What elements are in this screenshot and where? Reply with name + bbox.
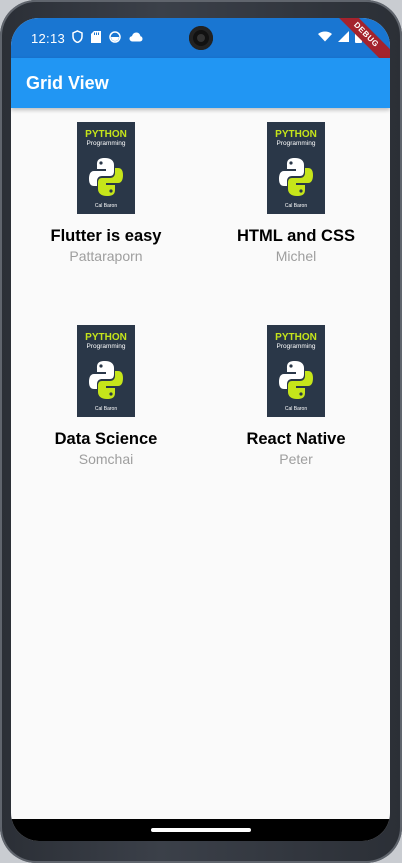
book-author: Somchai [78,451,134,467]
circle-status-icon [109,30,121,43]
python-logo-icon [89,158,123,196]
sd-card-icon [91,30,101,43]
cover-author: Cal Baron [284,203,308,209]
cloud-icon [129,32,143,41]
python-logo-icon [279,158,313,196]
front-camera [189,26,213,50]
cover-subtitle: Programming [276,343,316,350]
book-author: Pattaraporn [69,248,143,264]
status-time: 12:13 [31,31,66,46]
phone-frame: 12:13 DEBUG Grid View PYTHON Programming… [0,0,402,863]
python-logo-icon [89,361,123,399]
cover-title: PYTHON [275,332,317,343]
book-cover-image: PYTHON Programming Cal Baron [267,122,325,214]
book-cover-image: PYTHON Programming Cal Baron [77,325,135,417]
cover-author: Cal Baron [284,406,308,412]
cover-title: PYTHON [275,129,317,140]
cover-title: PYTHON [85,332,127,343]
book-author: Michel [275,248,317,264]
cover-subtitle: Programming [86,343,126,350]
cover-subtitle: Programming [86,140,126,147]
book-title: Data Science [54,430,158,448]
grid-item[interactable]: PYTHON Programming Cal Baron Data Scienc… [11,325,201,467]
home-handle[interactable] [151,828,251,832]
grid-item[interactable]: PYTHON Programming Cal Baron Flutter is … [11,122,201,264]
page-title: Grid View [26,73,109,93]
grid-item[interactable]: PYTHON Programming Cal Baron React Nativ… [201,325,390,467]
cover-author: Cal Baron [94,406,118,412]
book-cover-image: PYTHON Programming Cal Baron [77,122,135,214]
book-title: React Native [246,430,346,448]
cover-subtitle: Programming [276,140,316,147]
book-title: Flutter is easy [50,227,162,245]
cover-author: Cal Baron [94,203,118,209]
book-title: HTML and CSS [237,227,355,245]
status-icons-left [72,30,143,43]
grid-item[interactable]: PYTHON Programming Cal Baron HTML and CS… [201,122,390,264]
status-bar: 12:13 DEBUG [11,18,390,76]
gesture-nav-bar [11,819,390,841]
cover-title: PYTHON [85,129,127,140]
shield-icon [72,30,83,43]
app-bar: Grid View [11,58,390,108]
signal-icon [338,31,349,42]
book-cover-image: PYTHON Programming Cal Baron [267,325,325,417]
wifi-icon [318,31,332,42]
python-logo-icon [279,361,313,399]
book-author: Peter [279,451,313,467]
app-screen: 12:13 DEBUG Grid View PYTHON Programming… [11,18,390,841]
